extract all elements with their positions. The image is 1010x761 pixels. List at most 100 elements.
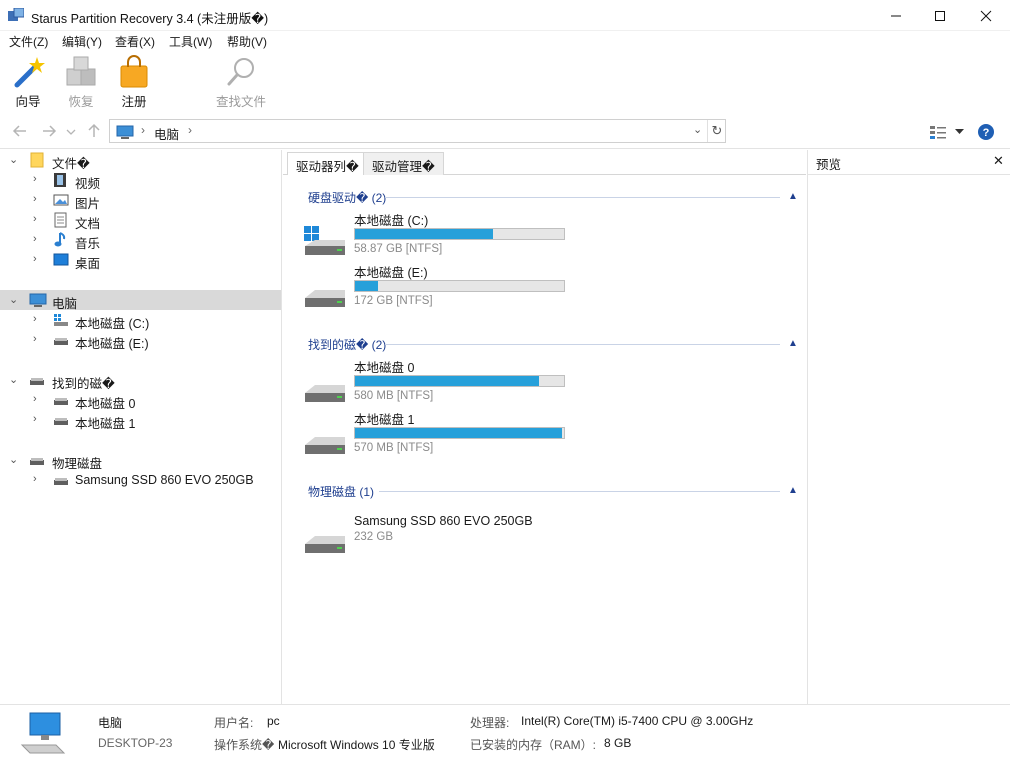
ram-value: 8 GB (604, 736, 632, 750)
tree-item-documents[interactable]: › 文档 (0, 210, 281, 231)
menu-file[interactable]: 文件(Z) (8, 33, 49, 50)
hard-drive-icon (54, 338, 68, 345)
hard-drive-icon (30, 458, 44, 465)
cpu-value: Intel(R) Core(TM) i5-7400 CPU @ 3.00GHz (521, 714, 754, 728)
collapsed-chevron-icon[interactable]: › (33, 473, 37, 485)
tab-drive-manager[interactable]: 驱动管理� (363, 152, 444, 175)
minimize-button[interactable] (873, 0, 919, 31)
computer-icon (29, 293, 47, 307)
history-dropdown-icon[interactable] (66, 128, 76, 136)
cpu-label: 处理器: (470, 716, 510, 730)
address-bar[interactable]: › 电脑 › ⌄ ↻ (109, 119, 726, 143)
wizard-button[interactable]: 向导 (10, 55, 46, 111)
preview-pane: 预览 ✕ (807, 150, 1010, 704)
menu-view[interactable]: 查看(X) (114, 33, 156, 50)
breadcrumb-separator-end[interactable]: › (188, 123, 192, 137)
help-icon[interactable]: ? (977, 123, 995, 141)
find-files-label: 查找文件 (215, 95, 266, 109)
close-button[interactable] (963, 0, 1009, 31)
collapse-chevron-icon[interactable]: ▲ (788, 191, 798, 202)
collapse-chevron-icon[interactable]: ▲ (788, 338, 798, 349)
collapsed-chevron-icon[interactable]: › (33, 173, 37, 185)
menu-help[interactable]: 帮助(V) (226, 33, 268, 50)
tree-item-video[interactable]: › 视频 (0, 170, 281, 191)
computer-name: 电脑 (98, 716, 123, 730)
tree-label-drive-e: 本地磁盘 (E:) (75, 337, 149, 351)
tree-item-computer[interactable]: ⌄ 电脑 (0, 290, 281, 311)
forward-arrow-icon[interactable] (41, 123, 57, 139)
hard-drive-icon (305, 385, 345, 402)
refresh-icon: ↻ (711, 123, 723, 138)
usage-bar-fill (355, 428, 562, 438)
collapse-chevron-icon[interactable]: ▲ (788, 485, 798, 496)
view-dropdown-icon[interactable] (955, 129, 964, 135)
collapsed-chevron-icon[interactable]: › (33, 233, 37, 245)
tree-item-drive-c[interactable]: › 本地磁盘 (C:) (0, 310, 281, 331)
menu-edit[interactable]: 编辑(Y) (61, 33, 103, 50)
back-arrow-icon[interactable] (12, 123, 28, 139)
tree-item-desktop[interactable]: › 桌面 (0, 250, 281, 271)
tree-item-physical-disks[interactable]: ⌄ 物理磁盘 (0, 450, 281, 471)
drive-item[interactable]: 本地磁盘 (C:) 58.87 GB [NTFS] (303, 210, 573, 260)
status-bar: 电脑 DESKTOP-23 用户名: pc 操作系统� Microsoft Wi… (0, 704, 1010, 761)
minimize-icon (891, 15, 901, 16)
tree-item-found-disk-0[interactable]: › 本地磁盘 0 (0, 390, 281, 411)
expand-chevron-icon[interactable]: ⌄ (9, 373, 18, 386)
tree-item-samsung-ssd[interactable]: › Samsung SSD 860 EVO 250GB (0, 470, 281, 490)
close-icon[interactable]: ✕ (993, 153, 1004, 169)
tab-drive-list[interactable]: 驱动器列� (287, 152, 368, 175)
tree-item-drive-e[interactable]: › 本地磁盘 (E:) (0, 330, 281, 351)
drive-name: 本地磁盘 0 (354, 361, 415, 375)
menu-tools[interactable]: 工具(W) (168, 33, 213, 50)
breadcrumb-separator: › (141, 123, 145, 137)
view-mode-icon[interactable] (929, 124, 947, 140)
tree-item-music[interactable]: › 音乐 (0, 230, 281, 251)
collapsed-chevron-icon[interactable]: › (33, 393, 37, 405)
collapsed-chevron-icon[interactable]: › (33, 253, 37, 265)
collapsed-chevron-icon[interactable]: › (33, 213, 37, 225)
tree-item-found-disk-1[interactable]: › 本地磁盘 1 (0, 410, 281, 431)
hard-drive-icon (305, 437, 345, 454)
tree-label-desktop: 桌面 (75, 257, 101, 271)
register-label: 注册 (121, 95, 147, 109)
group-divider (385, 344, 780, 345)
collapsed-chevron-icon[interactable]: › (33, 333, 37, 345)
os-value: Microsoft Windows 10 专业版 (278, 738, 435, 752)
find-files-button[interactable]: 查找文件 (211, 55, 271, 111)
collapsed-chevron-icon[interactable]: › (33, 193, 37, 205)
drive-name: Samsung SSD 860 EVO 250GB (354, 514, 533, 528)
up-arrow-icon[interactable] (86, 123, 102, 139)
drive-item[interactable]: Samsung SSD 860 EVO 250GB 232 GB (303, 514, 573, 564)
expand-chevron-icon[interactable]: ⌄ (9, 293, 18, 306)
register-button[interactable]: 注册 (116, 55, 152, 111)
computer-icon (20, 712, 66, 754)
music-note-icon (54, 232, 66, 247)
breadcrumb-location[interactable]: 电脑 (154, 124, 179, 143)
os-label: 操作系统� (214, 738, 275, 752)
recover-button[interactable]: 恢复 (63, 55, 99, 111)
preview-title: 预览 (816, 158, 842, 172)
tree-label-samsung-ssd: Samsung SSD 860 EVO 250GB (75, 473, 254, 487)
maximize-button[interactable] (917, 0, 963, 31)
drive-item[interactable]: 本地磁盘 0 580 MB [NTFS] (303, 357, 573, 407)
expand-chevron-icon[interactable]: ⌄ (9, 153, 18, 166)
group-title-found-disks: 找到的磁� (2) (308, 338, 387, 352)
drive-item[interactable]: 本地磁盘 1 570 MB [NTFS] (303, 409, 573, 459)
group-title-hard-drives: 硬盘驱动� (2) (308, 191, 387, 205)
tree-item-found-disks[interactable]: ⌄ 找到的磁� (0, 370, 281, 391)
drive-item[interactable]: 本地磁盘 (E:) 172 GB [NTFS] (303, 262, 573, 312)
drive-list-pane: 驱动器列� 驱动管理� 硬盘驱动� (2) ▲ 本地磁盘 (C:) 58.87 … (283, 150, 806, 704)
tree-item-pictures[interactable]: › 图片 (0, 190, 281, 211)
collapsed-chevron-icon[interactable]: › (33, 313, 37, 325)
collapsed-chevron-icon[interactable]: › (33, 413, 37, 425)
drive-size: 58.87 GB [NTFS] (354, 243, 443, 255)
drive-name: 本地磁盘 (C:) (354, 214, 429, 228)
windows-drive-icon (304, 226, 345, 255)
tree-item-files[interactable]: ⌄ 文件� (0, 150, 281, 171)
refresh-button[interactable]: ↻ (707, 120, 726, 142)
folder-icon (30, 152, 44, 168)
document-icon (54, 212, 67, 228)
expand-chevron-icon[interactable]: ⌄ (9, 453, 18, 466)
drive-size: 172 GB [NTFS] (354, 295, 433, 307)
address-dropdown-icon[interactable]: ⌄ (693, 123, 702, 136)
